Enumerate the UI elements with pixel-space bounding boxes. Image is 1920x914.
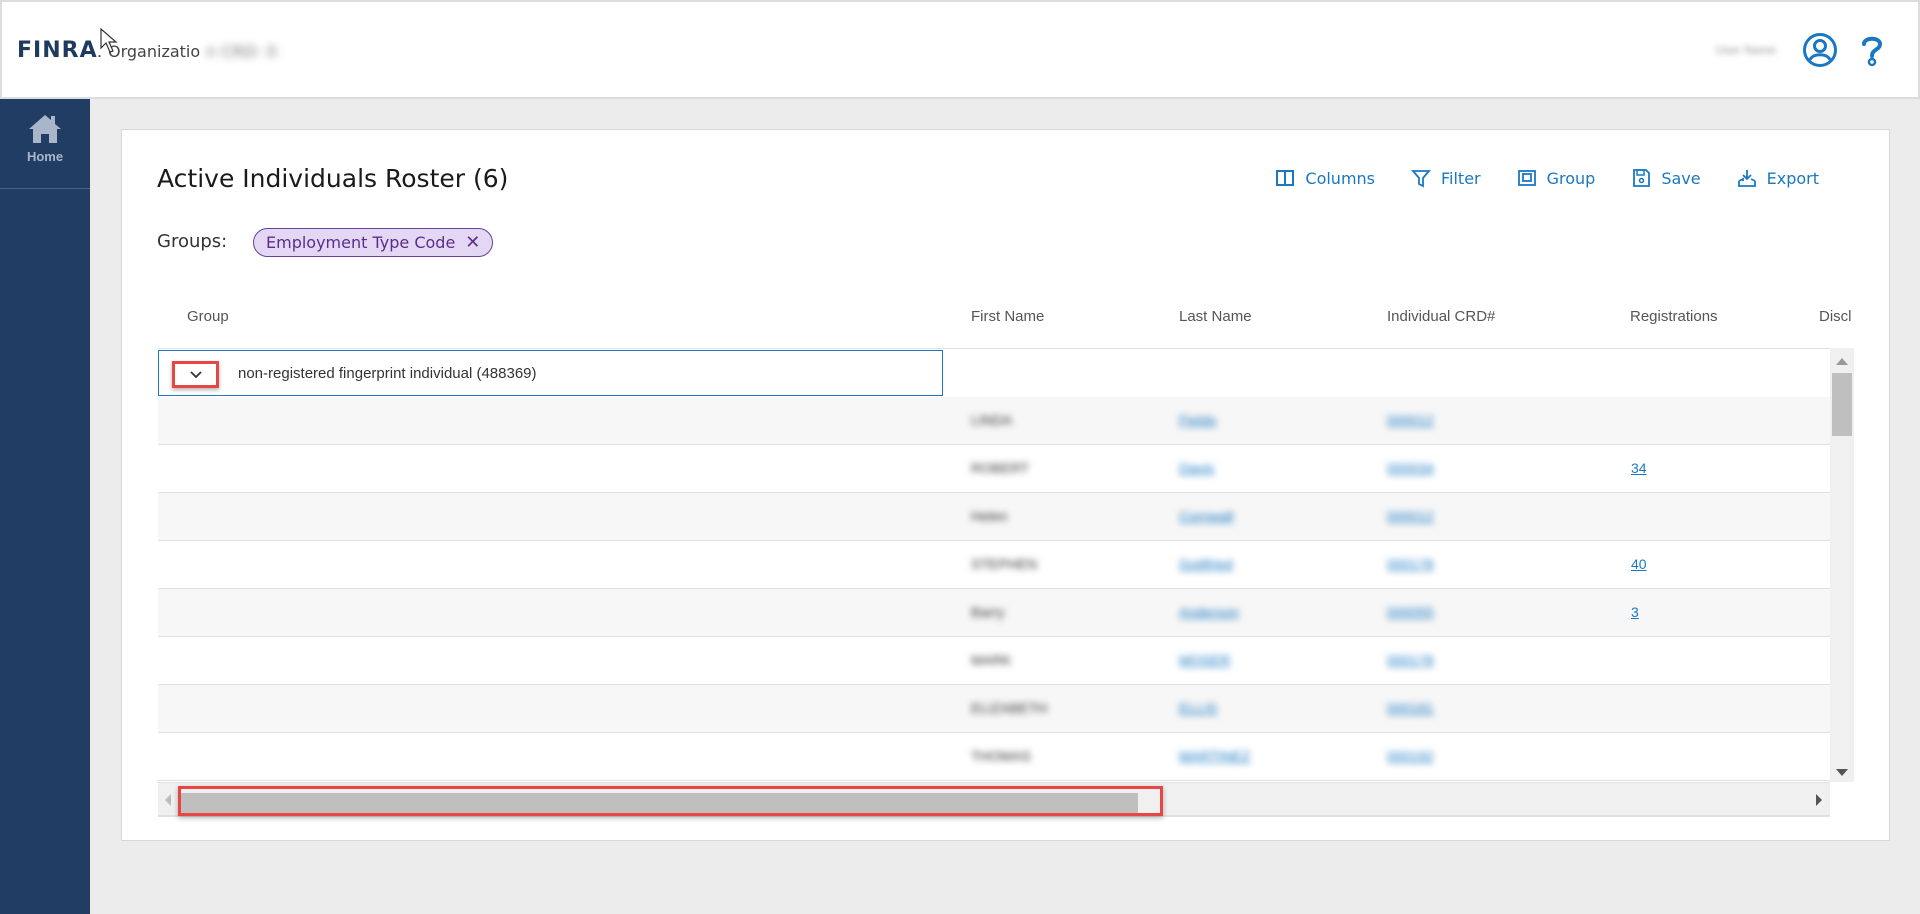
scroll-right-arrow[interactable] — [1816, 794, 1822, 806]
save-label: Save — [1661, 168, 1701, 188]
roster-grid: Group First Name Last Name Individual CR… — [158, 285, 1854, 845]
export-label: Export — [1766, 168, 1819, 188]
table-row: ELIZABETH ELLIS 000181 — [158, 685, 1830, 733]
filter-label: Filter — [1441, 168, 1481, 188]
mouse-cursor-icon — [100, 28, 118, 53]
last-name-link[interactable]: Anderson — [1179, 604, 1239, 620]
column-header-last-name[interactable]: Last Name — [1179, 308, 1252, 325]
first-name-cell: MARK — [971, 652, 1012, 668]
logo-text: FINRA — [17, 38, 98, 63]
group-chip-label: Employment Type Code — [266, 233, 456, 252]
table-row: LINDA Fields 000012 — [158, 397, 1830, 445]
groups-label: Groups: — [157, 231, 228, 252]
column-header-first-name[interactable]: First Name — [971, 308, 1044, 325]
organization-label: Organizatio n CRD: 0 — [108, 42, 277, 61]
crd-link[interactable]: 000055 — [1387, 604, 1434, 620]
first-name-cell: LINDA — [971, 412, 1013, 428]
column-header-group[interactable]: Group — [187, 308, 229, 325]
group-icon — [1517, 170, 1536, 186]
last-name-link[interactable]: Cornwall — [1179, 508, 1233, 524]
export-button[interactable]: Export — [1737, 168, 1819, 188]
crd-link[interactable]: 000181 — [1387, 700, 1434, 716]
crd-link[interactable]: 000178 — [1387, 556, 1434, 572]
table-row: STEPHEN Gottfried 000178 40 — [158, 541, 1830, 589]
registrations-link[interactable]: 34 — [1631, 460, 1647, 476]
column-header-disclosures[interactable]: Discl — [1819, 308, 1854, 325]
save-icon — [1633, 169, 1651, 187]
org-redacted: n CRD: 0 — [206, 42, 277, 61]
scroll-left-arrow[interactable] — [165, 794, 171, 806]
horizontal-scrollbar[interactable] — [158, 782, 1830, 817]
roster-card: Active Individuals Roster (6) Columns Fi… — [121, 129, 1890, 841]
top-header: FINRA. Organizatio n CRD: 0 User Name — [0, 0, 1920, 99]
last-name-link[interactable]: Fields — [1179, 412, 1216, 428]
table-row: Barry Anderson 000055 3 — [158, 589, 1830, 637]
columns-label: Columns — [1305, 168, 1375, 188]
user-account-icon[interactable] — [1802, 32, 1838, 68]
chevron-down-icon — [189, 370, 202, 378]
expand-group-button[interactable] — [172, 361, 219, 388]
table-row: Helen Cornwall 000012 — [158, 493, 1830, 541]
registrations-link[interactable]: 3 — [1631, 604, 1639, 620]
crd-link[interactable]: 000012 — [1387, 508, 1434, 524]
group-chip: Employment Type Code ✕ — [253, 228, 494, 257]
home-icon — [29, 115, 61, 143]
finra-logo[interactable]: FINRA. — [17, 38, 102, 63]
user-name: User Name — [1715, 43, 1776, 57]
remove-group-icon[interactable]: ✕ — [465, 232, 480, 253]
last-name-link[interactable]: Davis — [1179, 460, 1214, 476]
toolbar: Columns Filter Group Save Export — [1275, 168, 1819, 188]
first-name-cell: ELIZABETH — [971, 700, 1048, 716]
table-row: ROBERT Davis 000034 34 — [158, 445, 1830, 493]
crd-link[interactable]: 000192 — [1387, 748, 1434, 764]
filter-button[interactable]: Filter — [1411, 168, 1481, 188]
last-name-link[interactable]: MARTINEZ — [1179, 748, 1250, 764]
last-name-link[interactable]: Gottfried — [1179, 556, 1233, 572]
sidebar-item-home[interactable]: Home — [0, 99, 90, 189]
sidebar: Home — [0, 99, 90, 914]
group-row-label: non-registered fingerprint individual (4… — [238, 365, 537, 382]
group-label: Group — [1546, 168, 1596, 188]
first-name-cell: STEPHEN — [971, 556, 1038, 572]
first-name-cell: THOMAS — [971, 748, 1031, 764]
crd-link[interactable]: 000012 — [1387, 412, 1434, 428]
crd-link[interactable]: 000178 — [1387, 652, 1434, 668]
help-icon[interactable] — [1854, 32, 1890, 68]
scrollbar-highlight-box — [178, 786, 1163, 816]
column-header-crd[interactable]: Individual CRD# — [1387, 308, 1495, 325]
page-title: Active Individuals Roster (6) — [157, 164, 509, 193]
table-row: THOMAS MARTINEZ 000192 — [158, 733, 1830, 781]
group-button[interactable]: Group — [1517, 168, 1596, 188]
group-row[interactable]: non-registered fingerprint individual (4… — [158, 350, 943, 396]
filter-icon — [1411, 170, 1431, 188]
header-actions: User Name — [1715, 32, 1890, 68]
registrations-link[interactable]: 40 — [1631, 556, 1647, 572]
vertical-scrollbar[interactable] — [1830, 348, 1854, 782]
org-label-text: Organizatio — [108, 42, 201, 61]
crd-link[interactable]: 000034 — [1387, 460, 1434, 476]
columns-button[interactable]: Columns — [1275, 168, 1375, 188]
last-name-link[interactable]: MOSER — [1179, 652, 1230, 668]
first-name-cell: Barry — [971, 604, 1005, 620]
last-name-link[interactable]: ELLIS — [1179, 700, 1217, 716]
first-name-cell: Helen — [971, 508, 1008, 524]
column-header-registrations[interactable]: Registrations — [1630, 308, 1718, 325]
grid-body: non-registered fingerprint individual (4… — [158, 348, 1830, 782]
scroll-up-arrow[interactable] — [1836, 358, 1848, 365]
columns-icon — [1276, 170, 1295, 186]
export-icon — [1737, 170, 1756, 187]
sidebar-item-label: Home — [26, 149, 64, 164]
scroll-down-arrow[interactable] — [1836, 769, 1848, 776]
first-name-cell: ROBERT — [971, 460, 1030, 476]
vertical-scroll-thumb[interactable] — [1832, 373, 1852, 436]
save-button[interactable]: Save — [1631, 168, 1701, 188]
table-row: MARK MOSER 000178 — [158, 637, 1830, 685]
